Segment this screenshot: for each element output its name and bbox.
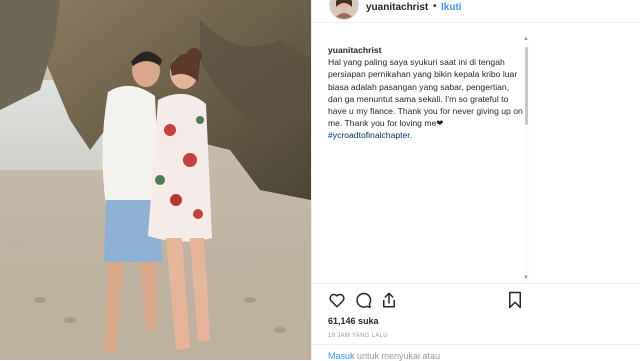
likes-count[interactable]: 61,146 suka	[328, 316, 379, 326]
share-icon	[383, 292, 395, 308]
share-button[interactable]	[380, 291, 398, 309]
heart-icon	[329, 293, 345, 308]
caption-username[interactable]: yuanitachrist	[328, 44, 524, 56]
bookmark-icon	[509, 291, 521, 309]
post-timestamp[interactable]: 19 JAM YANG LALU	[328, 333, 388, 339]
post-side-panel: yuanitachrist • Ikuti yuanitachrist Hal y…	[311, 0, 640, 361]
post-header: yuanitachrist • Ikuti	[312, 0, 640, 23]
scroll-up-arrow-icon[interactable]: ▲	[523, 36, 529, 42]
avatar[interactable]	[329, 0, 359, 20]
actions-divider	[312, 283, 640, 284]
caption-scrollbar-thumb[interactable]	[525, 47, 528, 125]
comment-button[interactable]	[354, 291, 372, 309]
post-actions	[328, 291, 528, 311]
follow-button[interactable]: Ikuti	[441, 2, 462, 13]
post-photo[interactable]	[0, 0, 311, 360]
header-username[interactable]: yuanitachrist	[366, 2, 428, 13]
caption-text: Hal yang paling saya syukuri saat ini di…	[328, 57, 523, 129]
couple-photo-image	[0, 0, 311, 360]
header-separator: •	[433, 1, 437, 12]
like-button[interactable]	[328, 291, 346, 309]
post-caption: yuanitachrist Hal yang paling saya syukur…	[328, 44, 524, 142]
comment-icon	[356, 292, 372, 308]
save-button[interactable]	[507, 291, 523, 309]
footer-divider	[312, 344, 640, 345]
caption-hashtag[interactable]: #ycroadtofinalchapter.	[328, 130, 412, 140]
scroll-down-arrow-icon[interactable]: ▼	[523, 275, 529, 281]
avatar-image	[330, 0, 358, 19]
